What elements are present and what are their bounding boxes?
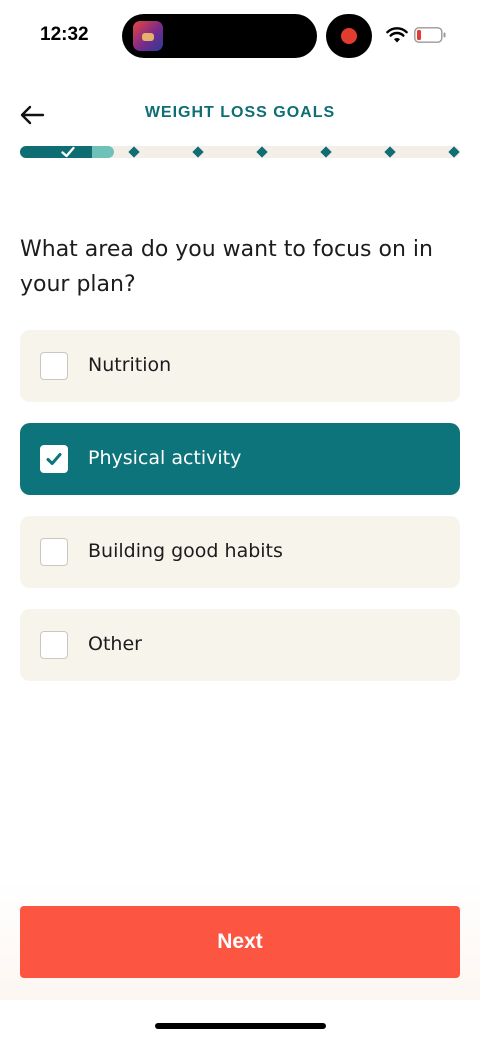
battery-low-icon	[414, 27, 446, 43]
option-physical-activity[interactable]: Physical activity	[20, 423, 460, 495]
app-icon	[133, 21, 163, 51]
wifi-icon	[386, 27, 408, 43]
option-label: Other	[88, 633, 142, 655]
progress-bar	[20, 146, 460, 158]
option-nutrition[interactable]: Nutrition	[20, 330, 460, 402]
step-marker	[256, 146, 268, 158]
dynamic-island	[122, 14, 317, 58]
question-text: What area do you want to focus on in you…	[20, 237, 433, 297]
checkbox[interactable]	[40, 352, 68, 380]
next-button[interactable]: Next	[20, 906, 460, 978]
step-complete-check-icon	[61, 146, 75, 158]
page-title: WEIGHT LOSS GOALS	[144, 104, 336, 121]
step-marker	[384, 146, 396, 158]
option-label: Physical activity	[88, 447, 242, 469]
checkmark-icon	[46, 453, 62, 465]
home-indicator[interactable]	[155, 1023, 326, 1029]
progress-fill-tail	[92, 146, 114, 158]
status-time: 12:32	[40, 24, 89, 45]
checkbox[interactable]	[40, 445, 68, 473]
option-other[interactable]: Other	[20, 609, 460, 681]
progress-fill	[20, 146, 92, 158]
checkbox[interactable]	[40, 631, 68, 659]
step-marker	[320, 146, 332, 158]
option-label: Nutrition	[88, 354, 172, 376]
step-marker	[448, 146, 460, 158]
step-marker	[128, 146, 140, 158]
step-marker	[192, 146, 204, 158]
option-building-good-habits[interactable]: Building good habits	[20, 516, 460, 588]
record-dot-icon	[341, 28, 357, 44]
screen-recording-indicator	[326, 14, 372, 58]
option-label: Building good habits	[88, 540, 283, 562]
status-bar: 12:32	[0, 0, 480, 72]
option-list: Nutrition Physical activity Building goo…	[20, 330, 460, 702]
checkbox[interactable]	[40, 538, 68, 566]
